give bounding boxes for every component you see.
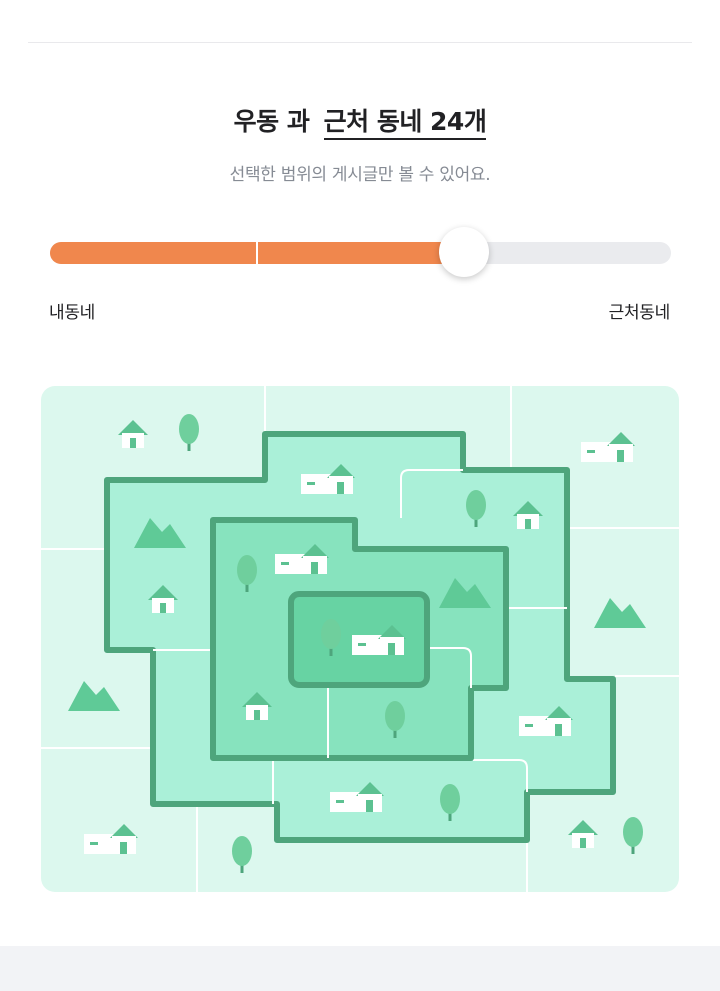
heading-connector: 과: [286, 107, 310, 136]
slider-min-label: 내동네: [49, 303, 96, 323]
range-heading: 우동 과 근처 동네 24개: [0, 102, 720, 140]
neighborhood-range-link[interactable]: 근처 동네 24개: [323, 107, 487, 140]
top-divider: [28, 42, 692, 43]
neighborhood-map: [41, 386, 679, 892]
bottom-band: [0, 946, 720, 991]
range-slider[interactable]: [50, 227, 671, 277]
slider-thumb[interactable]: [439, 227, 489, 277]
range-description: 선택한 범위의 게시글만 볼 수 있어요.: [229, 165, 491, 185]
slider-max-label: 근처동네: [608, 303, 671, 323]
location-name: 우동: [233, 107, 280, 136]
slider-step-marker: [255, 242, 258, 264]
